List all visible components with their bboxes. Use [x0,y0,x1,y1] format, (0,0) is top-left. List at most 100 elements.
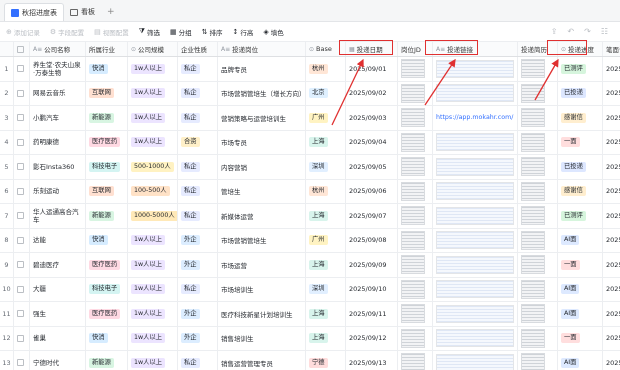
base-cell[interactable]: 杭州 [306,57,346,81]
jd-cell[interactable] [398,179,433,203]
interview-cell[interactable]: 2025/0 [603,278,620,302]
date-cell[interactable]: 2025/09/12 [346,326,398,350]
view-config-button[interactable]: ▤ 视图配置 [94,27,129,37]
resume-cell[interactable] [518,351,558,370]
link-cell[interactable] [433,179,518,203]
position-cell[interactable]: 市场专员 [218,130,306,154]
position-cell[interactable]: 市场运营 [218,253,306,277]
size-cell[interactable]: 100-500人 [128,179,178,203]
interview-cell[interactable]: 2025/0 [603,327,620,351]
jd-cell[interactable] [398,155,433,179]
header-position[interactable]: A≡ 投递岗位 [218,42,306,56]
progress-cell[interactable]: 感谢信 [558,106,603,130]
resume-cell[interactable] [518,106,558,130]
fill-color-button[interactable]: ◈ 填色 [263,27,283,37]
nature-cell[interactable]: 外企 [178,253,218,277]
table-row[interactable]: 6 乐刻运动互联网 100-500人私企 管培生杭州 2025/09/06 感谢信 2025… [0,179,620,204]
industry-cell[interactable]: 新能源 [86,106,128,130]
date-cell[interactable]: 2025/09/03 [346,106,398,130]
company-cell[interactable]: 华人运通高合汽车 [30,204,86,228]
resume-cell[interactable] [518,228,558,252]
undo-icon[interactable]: ↶ [567,27,574,36]
company-cell[interactable]: 小鹏汽车 [30,106,86,130]
header-interview[interactable]: 笔面试 [603,42,620,56]
industry-cell[interactable]: 互联网 [86,81,128,105]
industry-cell[interactable]: 科技电子 [86,155,128,179]
interview-cell[interactable]: 2025/0 [603,302,620,326]
industry-cell[interactable]: 医疗医药 [86,253,128,277]
size-cell[interactable]: 1000-5000人 [128,204,178,228]
nature-cell[interactable]: 私企 [178,57,218,81]
base-cell[interactable]: 上海 [306,204,346,228]
nature-cell[interactable]: 外企 [178,228,218,252]
date-cell[interactable]: 2025/09/06 [346,179,398,203]
row-checkbox[interactable] [14,228,30,252]
redo-icon[interactable]: ↷ [584,27,591,36]
table-row[interactable]: 5 影石Insta360 科技电子 500-1000人 私企 内容营销 深圳 2025/09/… [0,155,620,180]
progress-cell[interactable]: 已投递 [558,155,603,179]
add-tab-button[interactable]: + [101,3,121,21]
nature-cell[interactable]: 私企 [178,351,218,370]
header-size[interactable]: ⊙ 公司规模 [128,42,178,56]
position-cell[interactable]: 新媒体运营 [218,204,306,228]
filter-button[interactable]: ⧩ 筛选 [139,27,160,37]
base-cell[interactable]: 深圳 [306,155,346,179]
resume-cell[interactable] [518,277,558,301]
link-cell[interactable] [433,277,518,301]
industry-cell[interactable]: 新能源 [86,351,128,370]
resume-cell[interactable] [518,130,558,154]
size-cell[interactable]: 1w人以上 [128,277,178,301]
link-cell[interactable] [433,228,518,252]
resume-cell[interactable] [518,326,558,350]
size-cell[interactable]: 1w人以上 [128,302,178,326]
nature-cell[interactable]: 私企 [178,106,218,130]
nature-cell[interactable]: 私企 [178,81,218,105]
jd-cell[interactable] [398,228,433,252]
size-cell[interactable]: 1w人以上 [128,130,178,154]
company-cell[interactable]: 碧迪医疗 [30,253,86,277]
progress-cell[interactable]: 已投递 [558,81,603,105]
row-checkbox[interactable] [14,253,30,277]
row-checkbox[interactable] [14,130,30,154]
progress-cell[interactable]: 已测评 [558,57,603,81]
progress-cell[interactable]: AI面 [558,228,603,252]
position-cell[interactable]: 营销策略与运营培训生 [218,106,306,130]
header-link[interactable]: A≡ 投递链接 [433,42,518,56]
company-cell[interactable]: 雀巢 [30,326,86,350]
size-cell[interactable]: 1w人以上 [128,253,178,277]
jd-cell[interactable] [398,302,433,326]
header-nature[interactable]: 企业性质 [178,42,218,56]
size-cell[interactable]: 500-1000人 [128,155,178,179]
interview-cell[interactable]: 2025/0 [603,351,620,370]
date-cell[interactable]: 2025/09/07 [346,204,398,228]
jd-cell[interactable] [398,277,433,301]
interview-cell[interactable]: 2025/0 [603,131,620,155]
base-cell[interactable]: 上海 [306,130,346,154]
base-cell[interactable]: 广州 [306,106,346,130]
row-checkbox[interactable] [14,351,30,370]
header-jd[interactable]: 岗位JD [398,42,433,56]
industry-cell[interactable]: 互联网 [86,179,128,203]
size-cell[interactable]: 1w人以上 [128,57,178,81]
company-cell[interactable]: 养生堂·农夫山泉·万泰生物 [30,57,86,81]
resume-cell[interactable] [518,179,558,203]
industry-cell[interactable]: 医疗医药 [86,130,128,154]
company-cell[interactable]: 网易云音乐 [30,81,86,105]
link-cell[interactable] [433,326,518,350]
resume-cell[interactable] [518,155,558,179]
select-all-checkbox[interactable] [14,42,30,56]
field-config-button[interactable]: ⚙ 字段配置 [50,27,84,37]
jd-cell[interactable] [398,204,433,228]
table-row[interactable]: 12 雀巢快消 1w人以上 外企 销售培训生上海 2025/09/12 一面 2025/0 [0,326,620,351]
interview-cell[interactable]: 2025/0 [603,106,620,130]
base-cell[interactable]: 杭州 [306,179,346,203]
size-cell[interactable]: 1w人以上 [128,81,178,105]
row-height-button[interactable]: ↕ 行高 [233,27,254,37]
table-row[interactable]: 8 达能快消 1w人以上 外企 市场营销管培生广州 2025/09/08 AI面 2025/0 [0,228,620,253]
position-cell[interactable]: 品牌专员 [218,57,306,81]
tab-progress-table[interactable]: 秋招进度表 [4,3,64,21]
company-cell[interactable]: 大疆 [30,277,86,301]
sort-button[interactable]: ⇅ 排序 [202,27,223,37]
row-checkbox[interactable] [14,155,30,179]
progress-cell[interactable]: 一面 [558,130,603,154]
